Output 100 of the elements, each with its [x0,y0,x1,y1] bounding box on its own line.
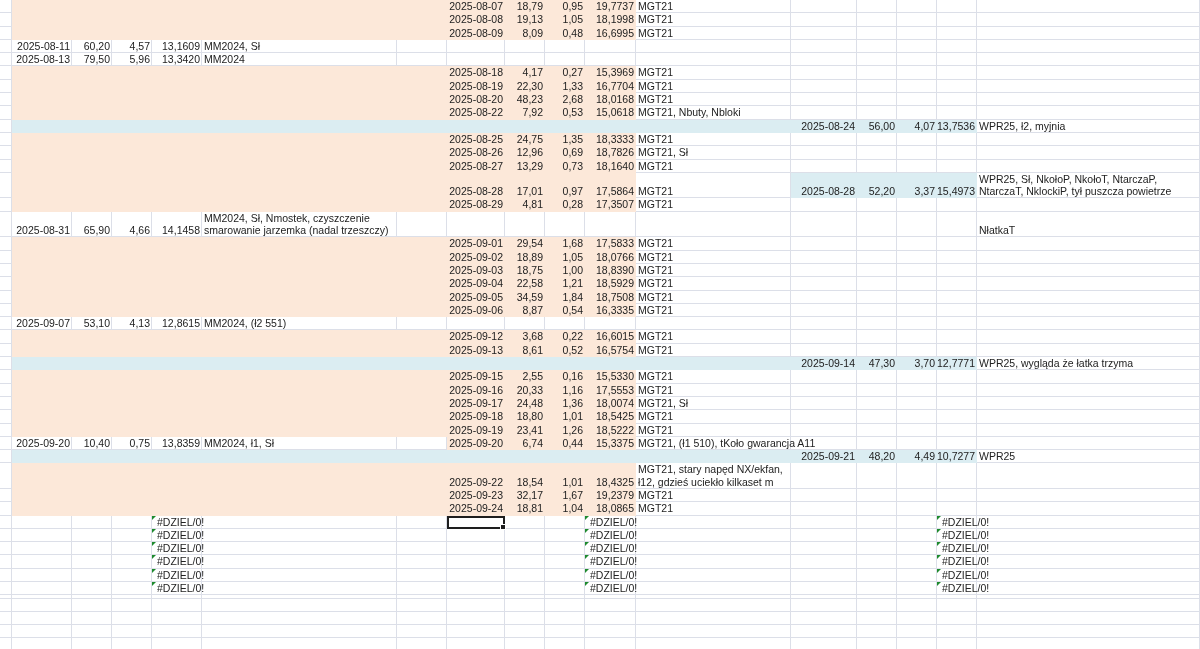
table-cell: WPR25, wygląda że łatka trzyma [979,357,1134,370]
table-cell: 18,79 [516,0,543,13]
table-cell: 56,00 [868,119,895,132]
table-cell: 0,69 [562,146,583,159]
table-cell: 65,90 [83,224,110,237]
error-indicator-icon [937,515,941,520]
table-cell: 1,68 [562,237,583,250]
table-cell: 15,3375 [596,436,634,450]
table-cell: 52,20 [868,185,895,198]
table-cell: 34,59 [516,290,543,303]
table-cell: MGT21 [638,502,673,515]
table-cell: 18,80 [516,410,543,423]
table-cell: 1,16 [562,383,583,396]
table-cell: 2025-09-18 [449,410,503,423]
table-cell: 29,54 [516,237,543,250]
table-cell: 2,68 [562,93,583,106]
table-cell: 12,7771 [937,357,975,370]
table-cell: 4,81 [522,198,543,211]
table-cell: 10,40 [83,436,110,450]
error-indicator-icon [152,515,156,520]
table-cell: 2025-08-25 [449,132,503,146]
table-cell: 2,55 [522,370,543,383]
table-cell: MGT21 [638,159,673,172]
table-cell: #DZIEL/0! [590,582,638,595]
table-cell: #DZIEL/0! [157,515,205,528]
table-cell: 1,05 [562,250,583,263]
table-cell: 15,5330 [596,370,634,383]
table-cell: #DZIEL/0! [157,568,205,582]
table-cell: MGT21 [638,93,673,106]
table-cell: 15,3969 [596,66,634,79]
table-cell: 18,5425 [596,410,634,423]
table-cell: 2025-09-20 [16,436,70,450]
table-cell: MGT21 [638,132,673,146]
table-cell: MGT21 [638,343,673,356]
error-indicator-icon [152,568,156,573]
table-cell: #DZIEL/0! [942,582,990,595]
error-indicator-icon [152,528,156,533]
table-cell: 2025-09-23 [449,489,503,502]
table-cell: 19,13 [516,13,543,26]
table-cell: 1,01 [562,475,583,488]
table-cell: #DZIEL/0! [942,568,990,582]
table-cell: 16,6995 [596,26,634,39]
table-cell: 18,0766 [596,250,634,263]
table-cell: 18,1640 [596,159,634,172]
error-indicator-icon [937,555,941,560]
table-cell: 17,01 [516,185,543,198]
table-cell: 2025-09-12 [449,330,503,343]
table-cell: 16,5754 [596,343,634,356]
table-cell: 18,54 [516,475,543,488]
table-cell: 2025-09-21 [801,450,855,463]
table-cell: WPR25 [979,450,1016,463]
table-cell: 4,17 [522,66,543,79]
table-cell: 18,81 [516,502,543,515]
table-cell: 22,30 [516,79,543,93]
table-cell: 18,5929 [596,277,634,290]
table-cell: 0,28 [562,198,583,211]
table-cell: 2025-09-05 [449,290,503,303]
table-cell: MM2024, Sł [204,39,261,53]
table-cell: 15,0618 [596,106,634,119]
table-cell: 53,10 [83,317,110,330]
table-cell: 0,48 [562,26,583,39]
table-cell: 18,89 [516,250,543,263]
table-cell: MGT21 [638,263,673,277]
table-cell: 2025-08-22 [449,106,503,119]
table-cell: 79,50 [83,53,110,66]
table-cell: 7,92 [522,106,543,119]
table-cell: 2025-08-08 [449,13,503,26]
table-cell: MGT21 [638,383,673,396]
error-indicator-icon [585,568,589,573]
table-cell: #DZIEL/0! [157,582,205,595]
selected-cell[interactable] [447,515,505,529]
table-cell: 18,5222 [596,423,634,436]
table-cell: 2025-09-14 [801,357,855,370]
table-cell: MGT21 [638,370,673,383]
table-cell: #DZIEL/0! [942,542,990,555]
table-cell: MGT21 [638,26,673,39]
table-cell: 17,5553 [596,383,634,396]
table-cell: 1,26 [562,423,583,436]
error-indicator-icon [937,542,941,547]
table-cell: 8,09 [522,26,543,39]
table-cell: #DZIEL/0! [157,542,205,555]
table-cell: 47,30 [868,357,895,370]
table-cell: 1,00 [562,263,583,277]
table-cell: 1,05 [562,13,583,26]
error-indicator-icon [585,528,589,533]
table-cell: 18,0865 [596,502,634,515]
table-cell: MGT21, Sł [638,396,689,410]
table-cell: 1,21 [562,277,583,290]
table-cell: 0,44 [562,436,583,450]
table-cell: 16,3335 [596,303,634,317]
table-cell: #DZIEL/0! [590,555,638,568]
table-cell: 15,4973 [937,185,975,198]
table-cell: 1,84 [562,290,583,303]
table-cell: 2025-08-28 [449,185,503,198]
table-cell: 16,6015 [596,330,634,343]
table-cell: 2025-08-26 [449,146,503,159]
table-cell-text: MGT21, stary napęd NX/ekfan, ł12, gdzieś uciekło kilkaset m [638,463,784,488]
table-cell: #DZIEL/0! [590,542,638,555]
table-cell: 2025-08-13 [16,53,70,66]
table-cell: MGT21 [638,185,673,198]
